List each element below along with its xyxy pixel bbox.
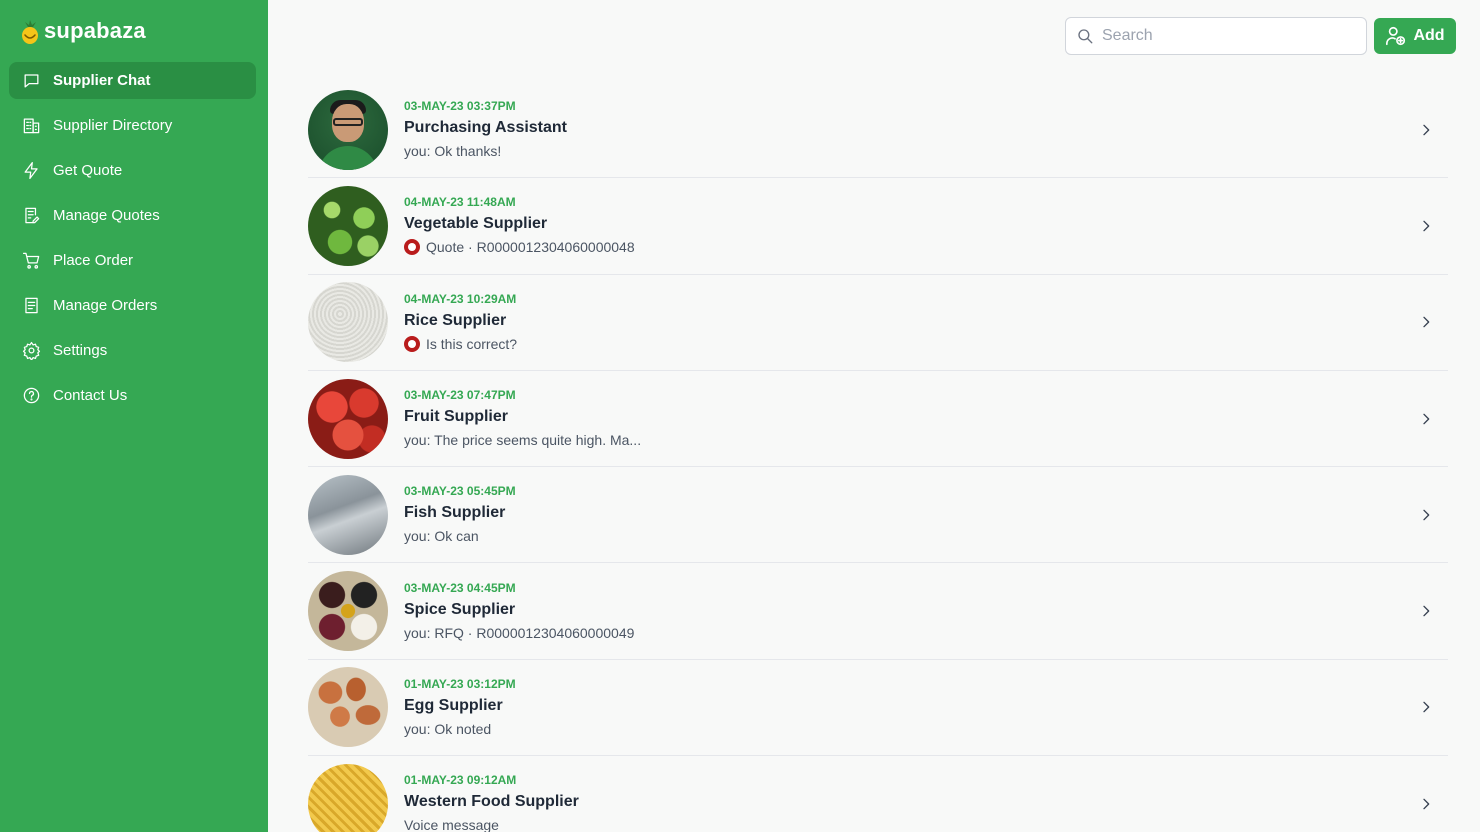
sidebar-item-get-quote[interactable]: Get Quote (9, 152, 256, 189)
chat-preview: Voice message (404, 815, 579, 832)
sidebar-item-label: Place Order (53, 252, 134, 269)
sidebar-item-label: Contact Us (53, 387, 128, 404)
chat-preview-text: you: RFQ · R0000012304060000049 (404, 624, 635, 641)
chevron-right-icon (1418, 699, 1434, 715)
chat-row-western-food-supplier[interactable]: 01-MAY-23 09:12AM Western Food Supplier … (308, 756, 1448, 832)
sidebar-item-manage-orders[interactable]: Manage Orders (9, 287, 256, 324)
chat-list: 03-MAY-23 03:37PM Purchasing Assistant y… (308, 82, 1448, 832)
avatar (308, 474, 388, 555)
chat-row-rice-supplier[interactable]: 04-MAY-23 10:29AM Rice Supplier Is this … (308, 275, 1448, 371)
chat-preview: you: Ok thanks! (404, 141, 567, 161)
avatar (308, 667, 388, 748)
sidebar-item-manage-quotes[interactable]: Manage Quotes (9, 197, 256, 234)
chat-name: Egg Supplier (404, 696, 503, 714)
chat-preview-text: Quote · R0000012304060000048 (426, 239, 635, 256)
chat-timestamp: 03-MAY-23 07:47PM (404, 388, 516, 403)
sidebar-item-supplier-directory[interactable]: Supplier Directory (9, 107, 256, 144)
search-icon (1078, 29, 1093, 44)
chat-timestamp: 01-MAY-23 03:12PM (404, 676, 516, 691)
sidebar-item-contact-us[interactable]: Contact Us (9, 377, 256, 414)
chat-row-purchasing-assistant[interactable]: 03-MAY-23 03:37PM Purchasing Assistant y… (308, 82, 1448, 179)
document-edit-icon (22, 206, 41, 225)
status-dot-icon (404, 239, 420, 256)
sidebar-nav: Supplier Chat Supplier Directory Get Quo… (9, 62, 256, 422)
chat-row-spice-supplier[interactable]: 03-MAY-23 04:45PM Spice Supplier you: RF… (308, 563, 1448, 660)
sidebar-item-place-order[interactable]: Place Order (9, 242, 256, 279)
chat-preview: you: RFQ · R0000012304060000049 (404, 623, 634, 643)
search-input[interactable] (1102, 27, 1342, 45)
chevron-right-icon (1418, 314, 1434, 330)
chat-row-egg-supplier[interactable]: 01-MAY-23 03:12PM Egg Supplier you: Ok n… (308, 660, 1448, 757)
avatar (308, 763, 388, 832)
chat-preview: you: The price seems quite high. Ma... (404, 430, 641, 450)
chevron-right-icon (1418, 122, 1434, 138)
sidebar: supabaza Supplier Chat Supplier Director… (0, 0, 268, 832)
chat-name: Vegetable Supplier (404, 215, 548, 233)
chat-preview-text: Is this correct? (426, 335, 518, 352)
pineapple-logo-icon (20, 19, 40, 44)
sidebar-item-label: Supplier Directory (53, 117, 173, 134)
sidebar-item-label: Settings (53, 342, 108, 359)
chat-timestamp: 04-MAY-23 11:48AM (404, 195, 516, 210)
chevron-right-icon (1418, 796, 1434, 812)
chat-preview-text: you: The price seems quite high. Ma... (404, 432, 642, 449)
question-icon (22, 386, 41, 405)
sidebar-item-supplier-chat[interactable]: Supplier Chat (9, 62, 256, 99)
cart-icon (22, 251, 41, 270)
chat-timestamp: 04-MAY-23 10:29AM (404, 291, 517, 306)
chat-preview-text: you: Ok noted (404, 720, 492, 737)
chat-preview: Quote · R0000012304060000048 (404, 237, 635, 257)
building-icon (22, 116, 41, 135)
chat-preview-text: Voice message (404, 817, 499, 832)
chat-name: Fruit Supplier (404, 408, 508, 426)
chat-preview-text: you: Ok thanks! (404, 143, 502, 160)
chat-preview: you: Ok can (404, 526, 516, 546)
search-box (1065, 17, 1367, 55)
chat-timestamp: 03-MAY-23 03:37PM (404, 99, 516, 114)
chat-name: Fish Supplier (404, 504, 506, 522)
sidebar-item-label: Manage Orders (53, 297, 158, 314)
sidebar-item-settings[interactable]: Settings (9, 332, 256, 369)
chevron-right-icon (1418, 218, 1434, 234)
chat-name: Spice Supplier (404, 600, 516, 618)
sidebar-item-label: Manage Quotes (53, 207, 160, 224)
add-user-icon (1386, 26, 1406, 46)
status-dot-icon (404, 335, 420, 352)
chevron-right-icon (1418, 411, 1434, 427)
chat-preview: you: Ok noted (404, 719, 516, 739)
chat-row-fruit-supplier[interactable]: 03-MAY-23 07:47PM Fruit Supplier you: Th… (308, 371, 1448, 468)
brand-logo[interactable]: supabaza (20, 16, 146, 46)
chat-row-fish-supplier[interactable]: 03-MAY-23 05:45PM Fish Supplier you: Ok … (308, 467, 1448, 564)
sidebar-item-label: Get Quote (53, 162, 123, 179)
chat-name: Purchasing Assistant (404, 119, 568, 137)
document-list-icon (22, 296, 41, 315)
avatar (308, 571, 388, 652)
gear-icon (22, 341, 41, 360)
avatar (308, 89, 388, 170)
add-button-label: Add (1413, 27, 1445, 44)
chat-bubble-icon (22, 71, 41, 90)
chevron-right-icon (1418, 603, 1434, 619)
chat-preview-text: you: Ok can (404, 528, 479, 545)
chat-name: Rice Supplier (404, 311, 507, 329)
chat-row-vegetable-supplier[interactable]: 04-MAY-23 11:48AM Vegetable Supplier Quo… (308, 178, 1448, 275)
chat-timestamp: 03-MAY-23 05:45PM (404, 484, 516, 499)
chat-timestamp: 03-MAY-23 04:45PM (404, 580, 516, 595)
avatar (308, 378, 388, 459)
chevron-right-icon (1418, 507, 1434, 523)
avatar (308, 282, 388, 363)
chat-name: Western Food Supplier (404, 793, 579, 811)
sidebar-item-label: Supplier Chat (53, 72, 151, 89)
avatar (308, 185, 388, 266)
add-supplier-button[interactable]: Add (1374, 18, 1456, 54)
chat-timestamp: 01-MAY-23 09:12AM (404, 773, 517, 788)
lightning-icon (22, 161, 41, 180)
brand-name: supabaza (44, 18, 146, 43)
chat-preview: Is this correct? (404, 334, 517, 354)
